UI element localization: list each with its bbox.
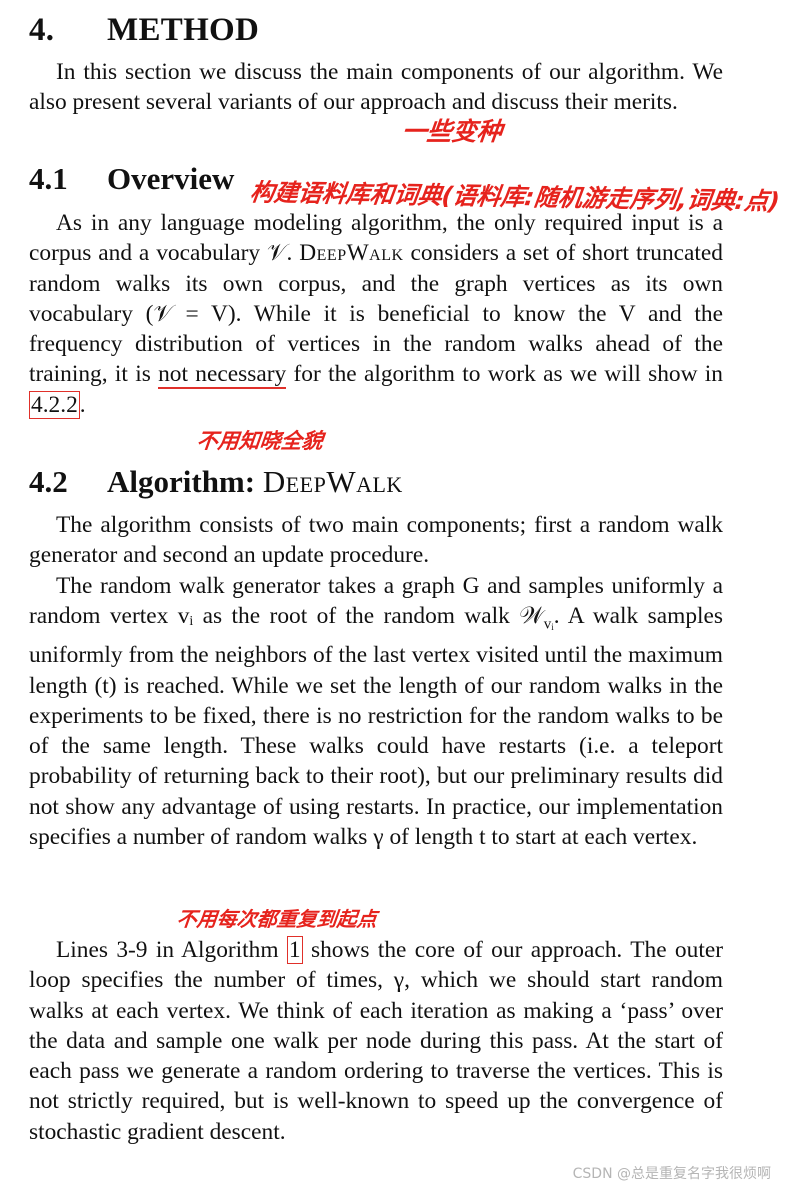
overview-heading: 4.1 Overview bbox=[29, 161, 235, 196]
not-needed-annotation: 不用知晓全貌 bbox=[195, 429, 325, 453]
overview-paragraph: As in any language modeling algorithm, t… bbox=[29, 210, 724, 419]
restart-annotation: 不用每次都重复到起点 bbox=[175, 907, 379, 931]
watermark: CSDN @总是重复名字我很烦啊 bbox=[572, 1166, 771, 1182]
underlined-phrase: not necessary bbox=[158, 361, 287, 390]
algorithm-paragraph-3: Lines 3-9 in Algorithm 1 shows the core … bbox=[29, 936, 723, 1145]
section-heading: 4. METHOD bbox=[29, 12, 260, 48]
variants-annotation: 一些变种 bbox=[400, 117, 504, 146]
section-ref-link[interactable]: 4.2.2 bbox=[29, 390, 80, 419]
algorithm-ref-link[interactable]: 1 bbox=[286, 936, 303, 964]
algorithm-paragraph-1: The algorithm consists of two main compo… bbox=[29, 512, 723, 569]
algorithm-paragraph-2: The random walk generator takes a graph … bbox=[29, 573, 723, 851]
algorithm-heading: 4.2 Algorithm: DeepWalk bbox=[29, 464, 403, 499]
section-intro: In this section we discuss the main comp… bbox=[29, 59, 723, 116]
